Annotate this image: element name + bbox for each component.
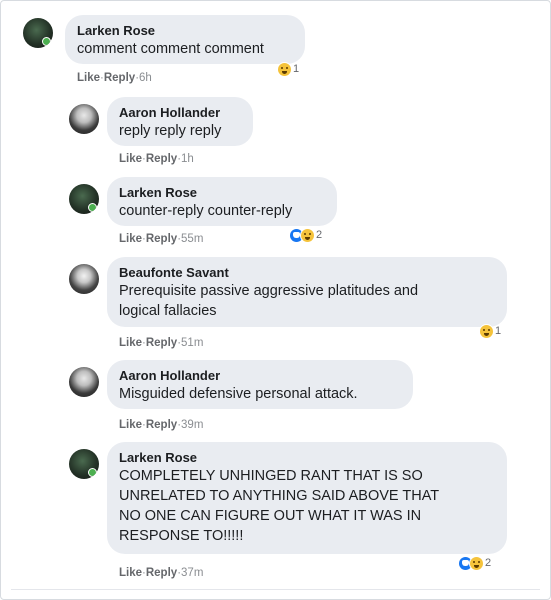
comment-text-line: Prerequisite passive aggressive platitud… (119, 283, 419, 299)
like-button[interactable]: Like (119, 337, 142, 349)
commenter-name[interactable]: Aaron Hollander (119, 368, 401, 384)
divider (11, 589, 540, 590)
timestamp[interactable]: 39m (181, 419, 203, 431)
comment-actions: Like·Reply·1h (119, 153, 194, 165)
comment-text: Misguided defensive personal attack. (119, 386, 358, 402)
reply-button[interactable]: Reply (146, 419, 177, 431)
reaction-count[interactable]: 2 (290, 227, 322, 243)
comment-thread: Larken Rose comment comment comment Like… (0, 0, 551, 600)
like-button[interactable]: Like (119, 153, 142, 165)
online-status-icon (88, 203, 97, 212)
comment-actions: Like·Reply·55m (119, 233, 204, 245)
comment-text: counter-reply counter-reply (119, 203, 293, 219)
avatar[interactable] (69, 449, 99, 479)
like-button[interactable]: Like (77, 72, 100, 84)
comment-text-line: UNRELATED TO ANYTHING SAID ABOVE THAT (119, 488, 440, 504)
haha-emoji-icon (301, 228, 314, 242)
comment-actions: Like·Reply·37m (119, 567, 204, 579)
timestamp[interactable]: 1h (181, 153, 194, 165)
reaction-count[interactable]: 2 (459, 555, 491, 571)
comment-actions: Like·Reply·39m (119, 419, 204, 431)
comment-text: comment comment comment (77, 41, 264, 57)
timestamp[interactable]: 51m (181, 337, 203, 349)
reply-button[interactable]: Reply (146, 233, 177, 245)
haha-emoji-icon (278, 62, 291, 76)
comment-bubble: Aaron Hollander reply reply reply (107, 97, 253, 146)
avatar[interactable] (69, 104, 99, 134)
comment-text: reply reply reply (119, 123, 222, 139)
commenter-name[interactable]: Larken Rose (119, 185, 325, 201)
haha-emoji-icon (470, 556, 483, 570)
reply-button[interactable]: Reply (146, 153, 177, 165)
reaction-count[interactable]: 1 (278, 61, 299, 77)
comment-text-line: COMPLETELY UNHINGED RANT THAT IS SO (119, 468, 423, 484)
like-button[interactable]: Like (119, 567, 142, 579)
timestamp[interactable]: 55m (181, 233, 203, 245)
commenter-name[interactable]: Beaufonte Savant (119, 265, 495, 281)
comment-text-line: NO ONE CAN FIGURE OUT WHAT IT WAS IN (119, 508, 422, 524)
comment-actions: Like·Reply·6h (77, 72, 152, 84)
like-button[interactable]: Like (119, 233, 142, 245)
reply-button[interactable]: Reply (146, 567, 177, 579)
online-status-icon (88, 468, 97, 477)
comment-bubble: Larken Rose comment comment comment (65, 15, 305, 64)
timestamp[interactable]: 37m (181, 567, 203, 579)
comment-bubble: Beaufonte Savant Prerequisite passive ag… (107, 257, 507, 327)
avatar[interactable] (69, 264, 99, 294)
comment-text-line: RESPONSE TO!!!!! (119, 528, 244, 544)
comment-actions: Like·Reply·51m (119, 337, 204, 349)
reaction-count[interactable]: 1 (480, 323, 501, 339)
online-status-icon (42, 37, 51, 46)
comment-bubble: Aaron Hollander Misguided defensive pers… (107, 360, 413, 409)
reply-button[interactable]: Reply (104, 72, 135, 84)
commenter-name[interactable]: Larken Rose (77, 23, 293, 39)
avatar[interactable] (69, 184, 99, 214)
comment-bubble: Larken Rose COMPLETELY UNHINGED RANT THA… (107, 442, 507, 554)
comment-bubble: Larken Rose counter-reply counter-reply (107, 177, 337, 226)
timestamp[interactable]: 6h (139, 72, 152, 84)
avatar[interactable] (23, 18, 53, 48)
reply-button[interactable]: Reply (146, 337, 177, 349)
avatar[interactable] (69, 367, 99, 397)
commenter-name[interactable]: Larken Rose (119, 450, 495, 466)
comment-text-line: logical fallacies (119, 303, 217, 319)
like-button[interactable]: Like (119, 419, 142, 431)
commenter-name[interactable]: Aaron Hollander (119, 105, 241, 121)
haha-emoji-icon (480, 324, 493, 338)
